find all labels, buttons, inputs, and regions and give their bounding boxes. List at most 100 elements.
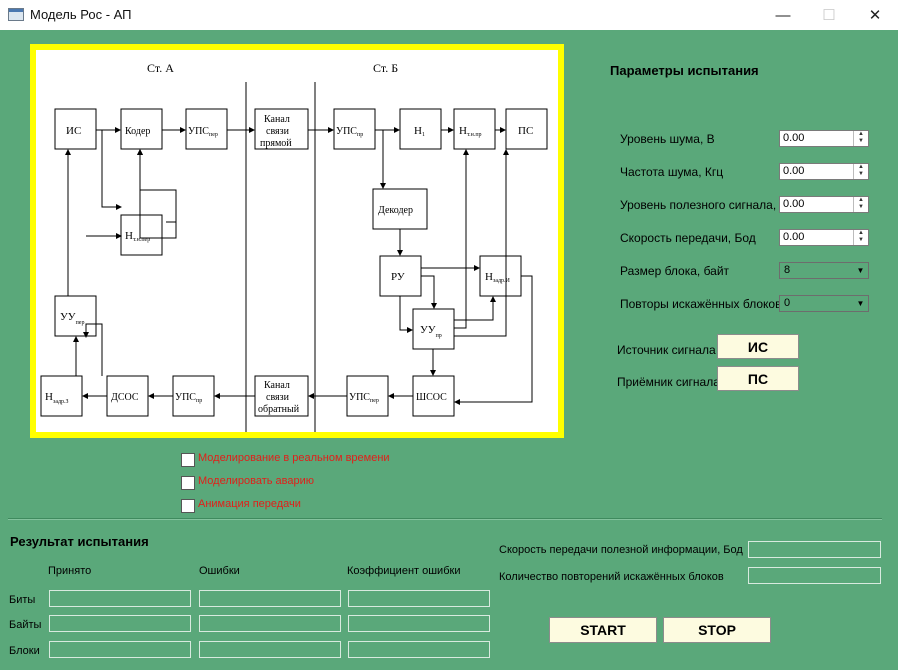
receiver-button[interactable]: ПС <box>717 366 799 391</box>
label-ups-per-b: УПСпер <box>349 392 379 404</box>
block-size-label: Размер блока, байт <box>620 264 730 278</box>
blocks-received-field[interactable] <box>49 641 191 658</box>
accident-label[interactable]: Моделировать аварию <box>198 475 314 487</box>
label-chan-back-1: Канал <box>264 380 290 391</box>
chevron-down-icon[interactable]: ▼ <box>854 297 867 310</box>
useful-speed-field[interactable] <box>748 541 881 558</box>
speed-spinner-arrows[interactable]: ▲ ▼ <box>853 230 868 245</box>
window-title: Модель Рос - АП <box>30 7 132 22</box>
col-errors-header: Ошибки <box>199 565 240 577</box>
useful-speed-label: Скорость передачи полезной информации, Б… <box>499 544 743 556</box>
results-title: Результат испытания <box>10 534 149 549</box>
label-n1: Н1 <box>414 125 425 138</box>
spin-up-icon[interactable]: ▲ <box>854 197 868 204</box>
realtime-checkbox[interactable] <box>181 453 195 467</box>
minimize-button[interactable]: — <box>760 0 806 30</box>
noise-freq-spinbox[interactable]: 0.00 ▲ ▼ <box>779 163 869 180</box>
col-received-header: Принято <box>48 565 92 577</box>
station-b-label: Ст. Б <box>373 61 398 75</box>
noise-freq-label: Частота шума, Кгц <box>620 165 724 179</box>
start-button[interactable]: START <box>549 617 657 643</box>
repeats-label: Повторы искажённых блоков <box>620 297 782 311</box>
speed-label: Скорость передачи, Бод <box>620 231 756 245</box>
spin-down-icon[interactable]: ▼ <box>854 237 868 244</box>
spin-down-icon[interactable]: ▼ <box>854 138 868 145</box>
label-is: ИС <box>66 125 81 137</box>
receiver-label: Приёмник сигнала <box>617 375 720 389</box>
noise-level-spinner-arrows[interactable]: ▲ ▼ <box>853 131 868 146</box>
repeats-select[interactable]: 0 ▼ <box>779 295 869 312</box>
source-label: Источник сигнала <box>617 343 716 357</box>
app-window-icon <box>8 8 24 21</box>
diagram-svg: Ст. А Ст. Б ИС Кодер УПСпер Канал связи … <box>40 61 548 432</box>
chevron-down-icon[interactable]: ▼ <box>854 264 867 277</box>
spin-down-icon[interactable]: ▼ <box>854 204 868 211</box>
label-ps: ПС <box>518 125 533 137</box>
spin-up-icon[interactable]: ▲ <box>854 131 868 138</box>
block-size-value: 8 <box>784 264 791 276</box>
label-ups-pr-a: УПСпр <box>175 392 202 404</box>
bytes-errors-field[interactable] <box>199 615 341 632</box>
label-n-tn-pr: Нт.н.пр <box>459 125 482 138</box>
label-uu-pr: УУпр <box>420 324 442 339</box>
repeats-value: 0 <box>784 297 791 309</box>
bytes-received-field[interactable] <box>49 615 191 632</box>
label-koder: Кодер <box>125 126 150 137</box>
signal-level-spinner-arrows[interactable]: ▲ ▼ <box>853 197 868 212</box>
label-ups-per-a: УПСпер <box>188 126 218 138</box>
params-title: Параметры испытания <box>610 63 759 78</box>
animation-label[interactable]: Анимация передачи <box>198 498 301 510</box>
signal-level-value: 0.00 <box>783 198 805 210</box>
repeat-count-label: Количество повторений искажённых блоков <box>499 571 724 583</box>
label-shsos: ШСОС <box>416 392 447 403</box>
label-ups-pr-b: УПСпр <box>336 126 363 138</box>
bytes-coef-field[interactable] <box>348 615 490 632</box>
close-button[interactable]: ✕ <box>852 0 898 30</box>
blocks-coef-field[interactable] <box>348 641 490 658</box>
noise-freq-spinner-arrows[interactable]: ▲ ▼ <box>853 164 868 179</box>
speed-spinbox[interactable]: 0.00 ▲ ▼ <box>779 229 869 246</box>
label-chan-fwd-2: связи <box>266 126 290 137</box>
source-button[interactable]: ИС <box>717 334 799 359</box>
stop-button[interactable]: STOP <box>663 617 771 643</box>
noise-level-spinbox[interactable]: 0.00 ▲ ▼ <box>779 130 869 147</box>
noise-level-label: Уровень шума, В <box>620 132 715 146</box>
spin-up-icon[interactable]: ▲ <box>854 164 868 171</box>
label-n-zadr-i: Нзадр.И <box>485 271 511 284</box>
accident-checkbox[interactable] <box>181 476 195 490</box>
label-chan-fwd-3: прямой <box>260 138 292 149</box>
bits-coef-field[interactable] <box>348 590 490 607</box>
bits-errors-field[interactable] <box>199 590 341 607</box>
block-size-select[interactable]: 8 ▼ <box>779 262 869 279</box>
label-uu-per: УУпер <box>60 311 84 326</box>
row-bytes-label: Байты <box>9 619 42 631</box>
label-ru: РУ <box>391 271 405 283</box>
label-dekoder: Декодер <box>378 205 413 216</box>
label-chan-fwd-1: Канал <box>264 114 290 125</box>
label-dsos: ДСОС <box>111 392 139 403</box>
label-chan-back-2: связи <box>266 392 290 403</box>
noise-freq-value: 0.00 <box>783 165 805 177</box>
row-blocks-label: Блоки <box>9 645 40 657</box>
realtime-label[interactable]: Моделирование в реальном времени <box>198 452 390 464</box>
spin-down-icon[interactable]: ▼ <box>854 171 868 178</box>
signal-level-label: Уровень полезного сигнала, В <box>620 198 788 212</box>
signal-level-spinbox[interactable]: 0.00 ▲ ▼ <box>779 196 869 213</box>
blocks-errors-field[interactable] <box>199 641 341 658</box>
bits-received-field[interactable] <box>49 590 191 607</box>
spin-up-icon[interactable]: ▲ <box>854 230 868 237</box>
noise-level-value: 0.00 <box>783 132 805 144</box>
title-bar: Модель Рос - АП — ☐ ✕ <box>0 0 898 30</box>
label-n-zadr-z: Нзадр.З <box>45 391 69 405</box>
block-diagram: Ст. А Ст. Б ИС Кодер УПСпер Канал связи … <box>36 50 558 432</box>
repeat-count-field[interactable] <box>748 567 881 584</box>
maximize-button[interactable]: ☐ <box>806 0 852 30</box>
station-a-label: Ст. А <box>147 61 174 75</box>
section-divider <box>8 518 882 520</box>
speed-value: 0.00 <box>783 231 805 243</box>
animation-checkbox[interactable] <box>181 499 195 513</box>
row-bits-label: Биты <box>9 594 36 606</box>
col-coef-header: Коэффициент ошибки <box>347 565 461 577</box>
label-chan-back-3: обратный <box>258 404 300 415</box>
label-n-tn-per: Нт.н.пер <box>125 230 150 243</box>
